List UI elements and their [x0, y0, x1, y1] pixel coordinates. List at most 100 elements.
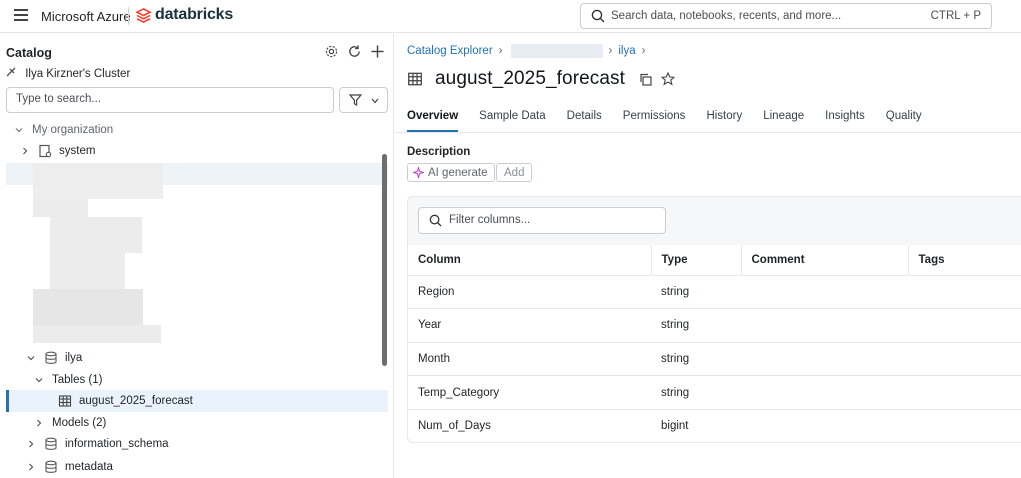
catalog-sidebar: Catalog Ilya Kirzner's Cluster My organi…: [0, 34, 394, 478]
tree-node-ilya[interactable]: ilya: [26, 348, 82, 368]
tree-node-information-schema[interactable]: information_schema: [26, 434, 169, 454]
table-icon: [58, 395, 72, 407]
provider-label: Microsoft Azure: [41, 9, 131, 24]
redacted-block: [33, 289, 143, 325]
tree-node-my-organization[interactable]: My organization: [14, 120, 113, 140]
database-icon: [45, 351, 57, 364]
tab-history[interactable]: History: [706, 110, 742, 132]
tab-overview[interactable]: Overview: [407, 110, 459, 132]
breadcrumb-catalog-explorer[interactable]: Catalog Explorer: [407, 45, 493, 57]
brand-divider: [128, 7, 129, 25]
tree-node-august-2025-forecast[interactable]: august_2025_forecast: [58, 391, 193, 411]
tree-label-metadata: metadata: [65, 461, 113, 473]
column-comment-cell: [741, 342, 908, 377]
tab-quality[interactable]: Quality: [886, 110, 922, 132]
column-comment-cell: [741, 275, 908, 310]
tree-node-system[interactable]: system: [20, 141, 95, 161]
tree-node-tables[interactable]: Tables (1): [34, 370, 103, 390]
breadcrumb-schema[interactable]: ilya: [618, 45, 635, 57]
gear-icon[interactable]: [324, 44, 340, 60]
table-row[interactable]: Temp_Category string: [408, 375, 1021, 410]
table-row[interactable]: Region string: [408, 275, 1021, 310]
global-search-placeholder: Search data, notebooks, recents, and mor…: [611, 10, 842, 22]
title-row: august_2025_forecast: [407, 68, 676, 90]
column-name-cell: Month: [408, 342, 651, 377]
tree-label-table: august_2025_forecast: [79, 395, 193, 407]
column-header-type[interactable]: Type: [650, 245, 741, 276]
global-search[interactable]: Search data, notebooks, recents, and mor…: [580, 3, 992, 29]
chevron-right-icon: [29, 440, 34, 448]
breadcrumb-redacted[interactable]: [510, 44, 603, 58]
column-type-cell: bigint: [661, 420, 689, 433]
ai-generate-label: AI generate: [428, 166, 488, 179]
chevron-down-icon: [15, 128, 23, 133]
chevron-right-icon: [23, 147, 28, 155]
column-tags-cell: [908, 409, 1021, 442]
column-tags-cell: [908, 375, 1021, 410]
chevron-right-icon: [29, 463, 34, 471]
tree-scrollbar[interactable]: [382, 154, 387, 366]
databricks-logo-icon: [136, 8, 151, 23]
catalog-icon: [39, 144, 52, 158]
cluster-name: Ilya Kirzner's Cluster: [25, 68, 131, 80]
main-panel: Catalog Explorer › › ilya › august_2025_…: [395, 34, 1021, 478]
database-icon: [45, 437, 57, 450]
tree-node-metadata[interactable]: metadata: [26, 457, 113, 477]
breadcrumb-separator: ›: [641, 45, 646, 57]
tab-lineage[interactable]: Lineage: [763, 110, 804, 132]
catalog-search[interactable]: [6, 87, 334, 113]
table-row[interactable]: Month string: [408, 342, 1021, 377]
tab-sample-data[interactable]: Sample Data: [479, 110, 545, 132]
tree-node-models[interactable]: Models (2): [34, 413, 106, 433]
database-icon: [45, 460, 57, 473]
chevron-down-icon: [371, 98, 379, 104]
breadcrumb: Catalog Explorer › › ilya ›: [407, 44, 651, 58]
column-header-tags[interactable]: Tags: [907, 245, 1021, 276]
column-tags-cell: [908, 275, 1021, 310]
cluster-selector[interactable]: Ilya Kirzner's Cluster: [6, 67, 130, 80]
copy-icon[interactable]: [639, 73, 652, 86]
ai-generate-button[interactable]: AI generate: [407, 163, 496, 182]
column-comment-cell: [741, 409, 908, 442]
table-row[interactable]: Year string: [408, 308, 1021, 343]
table-row[interactable]: Num_of_Days bigint: [408, 409, 1021, 442]
plug-icon: [6, 67, 16, 77]
tree-label-ilya: ilya: [65, 352, 83, 364]
filter-columns-field[interactable]: [418, 207, 666, 234]
catalog-search-input[interactable]: [16, 93, 316, 105]
columns-panel: Column Type Comment Tags RegionstringYea…: [407, 196, 1021, 443]
redacted-block: [50, 253, 125, 289]
column-type-cell: string: [651, 308, 741, 343]
column-header-comment[interactable]: Comment: [740, 245, 908, 276]
table-icon: [408, 72, 422, 86]
refresh-icon[interactable]: [347, 44, 363, 60]
chevron-down-icon: [35, 378, 43, 383]
tab-insights[interactable]: Insights: [825, 110, 865, 132]
tree-label-system: system: [59, 145, 96, 157]
tree-label-models: Models (2): [52, 417, 107, 429]
menu-icon[interactable]: [14, 9, 28, 23]
column-type-cell: string: [651, 375, 741, 410]
chevron-right-icon: [37, 419, 42, 427]
tab-details[interactable]: Details: [567, 110, 602, 132]
chevron-down-icon: [27, 356, 35, 361]
tab-bar: Overview Sample Data Details Permissions His…: [407, 110, 943, 132]
add-description-button[interactable]: Add: [496, 163, 533, 182]
breadcrumb-separator: ›: [498, 45, 503, 57]
column-name-cell: Year: [408, 308, 651, 343]
search-shortcut: CTRL + P: [930, 10, 981, 22]
filter-button[interactable]: [339, 87, 388, 113]
top-bar: Microsoft Azure databricks Search data, …: [0, 0, 1021, 33]
star-icon[interactable]: [661, 72, 676, 86]
column-header-column[interactable]: Column: [408, 245, 651, 276]
tree-label-information-schema: information_schema: [65, 438, 169, 450]
filter-columns-input[interactable]: [449, 214, 659, 226]
search-icon: [591, 9, 605, 23]
brand-name[interactable]: databricks: [155, 6, 233, 24]
column-comment-cell: [741, 375, 908, 410]
filter-icon: [349, 94, 362, 106]
tab-permissions[interactable]: Permissions: [623, 110, 686, 132]
add-icon[interactable]: [370, 44, 386, 60]
search-icon: [429, 214, 442, 227]
sidebar-title: Catalog: [6, 46, 52, 60]
